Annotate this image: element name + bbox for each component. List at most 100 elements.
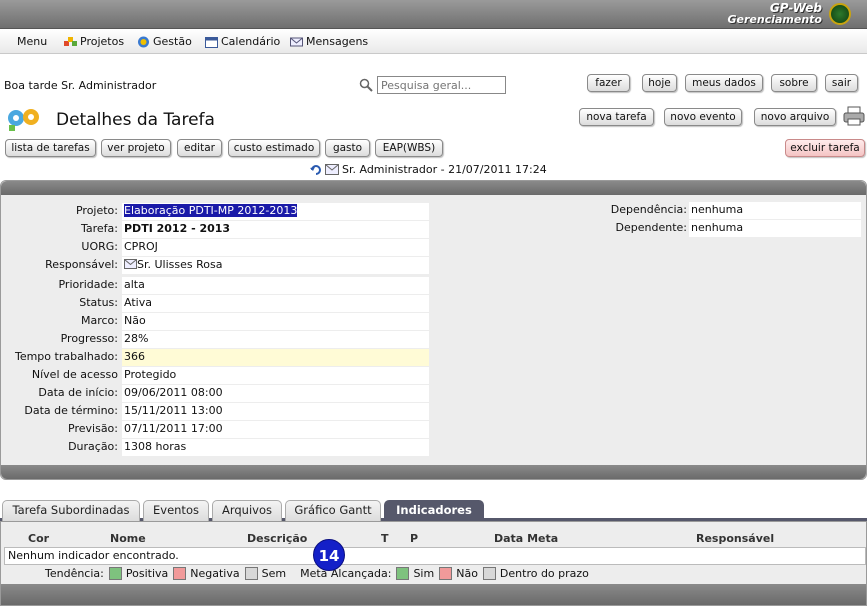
tab-bar: Tarefa Subordinadas Eventos Arquivos Grá… <box>0 497 867 521</box>
field-label: Responsável: <box>45 258 118 271</box>
field-value: alta <box>122 277 429 294</box>
col-t[interactable]: T <box>381 532 389 545</box>
field-progresso: Progresso: 28% <box>0 331 430 348</box>
field-value: CPROJ <box>122 239 429 256</box>
tab-indicadores[interactable]: Indicadores <box>384 500 484 521</box>
field-value: 1308 horas <box>122 439 429 456</box>
menu-item-mensagens[interactable]: Mensagens <box>290 35 368 48</box>
task-icon <box>8 109 39 131</box>
field-label: Data de término: <box>24 404 118 417</box>
field-dependente: Dependente: nenhuma <box>0 220 867 237</box>
col-nome[interactable]: Nome <box>110 532 146 545</box>
printer-icon[interactable] <box>843 105 865 127</box>
field-uorg: UORG: CPROJ <box>0 239 430 256</box>
custo-estimado-button[interactable]: custo estimado <box>228 139 320 157</box>
menu-item-gestao[interactable]: Gestão <box>137 35 192 48</box>
field-label: Progresso: <box>60 332 118 345</box>
empty-message: Nenhum indicador encontrado. <box>4 547 866 565</box>
calendar-icon <box>205 36 218 48</box>
field-value: Protegido <box>122 367 429 384</box>
step-badge: 14 <box>313 539 345 571</box>
menu-bar: Menu Projetos Gestão Calendário Mensagen… <box>0 29 867 54</box>
ver-projeto-button[interactable]: ver projeto <box>101 139 171 157</box>
field-duracao: Duração: 1308 horas <box>0 439 430 456</box>
col-responsavel[interactable]: Responsável <box>696 532 774 545</box>
field-label: Previsão: <box>68 422 118 435</box>
field-value: nenhuma <box>689 220 861 237</box>
field-value: Ativa <box>122 295 429 312</box>
positive-swatch <box>108 567 122 580</box>
tab-tarefa-subordinadas[interactable]: Tarefa Subordinadas <box>2 500 140 521</box>
menu-item-calendario[interactable]: Calendário <box>205 35 280 48</box>
legend-prazo: Dentro do prazo <box>499 567 589 580</box>
indicators-footer-bar <box>1 584 866 605</box>
field-label: Marco: <box>81 314 118 327</box>
panel-header-bar <box>1 181 866 195</box>
gasto-button[interactable]: gasto <box>325 139 370 157</box>
tab-arquivos[interactable]: Arquivos <box>212 500 282 521</box>
col-cor[interactable]: Cor <box>28 532 49 545</box>
negative-swatch <box>173 567 187 580</box>
author-text: Sr. Administrador - 21/07/2011 17:24 <box>342 163 547 176</box>
novo-evento-button[interactable]: novo evento <box>664 108 742 126</box>
excluir-tarefa-button[interactable]: excluir tarefa <box>785 139 865 157</box>
field-label: Data de início: <box>38 386 118 399</box>
field-nivel-acesso: Nível de acesso Protegido <box>0 367 430 384</box>
legend-tendencia-label: Tendência: <box>45 567 104 580</box>
field-label: Duração: <box>68 440 118 453</box>
field-label: UORG: <box>81 240 118 253</box>
field-label: Nível de acesso <box>31 368 118 381</box>
field-prioridade: Prioridade: alta <box>0 277 430 294</box>
no-swatch <box>439 567 453 580</box>
mail-icon[interactable] <box>325 164 339 175</box>
fazer-button[interactable]: fazer <box>587 74 630 92</box>
field-data-termino: Data de término: 15/11/2011 13:00 <box>0 403 430 420</box>
field-label: Dependência: <box>610 203 687 216</box>
mail-icon[interactable] <box>124 259 137 269</box>
field-label: Dependente: <box>615 221 687 234</box>
field-value: 07/11/2011 17:00 <box>122 421 429 438</box>
brand: GP-Web Gerenciamento <box>728 2 823 26</box>
field-label: Tempo trabalhado: <box>14 350 118 363</box>
lista-de-tarefas-button[interactable]: lista de tarefas <box>5 139 96 157</box>
management-icon <box>138 36 149 47</box>
field-value: 09/06/2011 08:00 <box>122 385 429 402</box>
brand-subtitle: Gerenciamento <box>727 13 823 26</box>
sobre-button[interactable]: sobre <box>771 74 817 92</box>
on-time-swatch <box>482 567 496 580</box>
eap-wbs-button[interactable]: EAP(WBS) <box>375 139 443 157</box>
meus-dados-button[interactable]: meus dados <box>685 74 763 92</box>
novo-arquivo-button[interactable]: novo arquivo <box>754 108 836 126</box>
search-input[interactable] <box>377 76 506 94</box>
field-value: 366 <box>122 349 429 366</box>
legend-positiva: Positiva <box>125 567 169 580</box>
field-previsao: Previsão: 07/11/2011 17:00 <box>0 421 430 438</box>
tab-eventos[interactable]: Eventos <box>143 500 209 521</box>
undo-icon[interactable] <box>310 164 322 176</box>
greeting: Boa tarde Sr. Administrador <box>4 79 157 92</box>
field-label: Status: <box>79 296 118 309</box>
legend-meta-label: Meta Alcançada: <box>300 567 392 580</box>
nova-tarefa-button[interactable]: nova tarefa <box>579 108 654 126</box>
editar-button[interactable]: editar <box>177 139 222 157</box>
field-value: Sr. Ulisses Rosa <box>122 257 429 274</box>
tab-grafico-gantt[interactable]: Gráfico Gantt <box>285 500 381 521</box>
emblem-icon <box>829 3 851 25</box>
menu-item-label: Projetos <box>80 35 125 48</box>
field-value: Não <box>122 313 429 330</box>
menu-item-projetos[interactable]: Projetos <box>64 35 124 48</box>
legend-sim: Sim <box>413 567 435 580</box>
field-label: Prioridade: <box>58 278 118 291</box>
responsavel-link[interactable]: Sr. Ulisses Rosa <box>137 258 222 271</box>
field-value: nenhuma <box>689 202 861 219</box>
sair-button[interactable]: sair <box>825 74 858 92</box>
col-data-meta[interactable]: Data Meta <box>494 532 558 545</box>
search-icon[interactable] <box>359 78 373 92</box>
hoje-button[interactable]: hoje <box>642 74 677 92</box>
col-p[interactable]: P <box>410 532 418 545</box>
col-descricao[interactable]: Descrição <box>247 532 307 545</box>
menu-item-label: Gestão <box>153 35 192 48</box>
panel-footer-bar <box>1 465 866 479</box>
menu-item-menu[interactable]: Menu <box>17 35 47 48</box>
legend-nao: Não <box>456 567 478 580</box>
